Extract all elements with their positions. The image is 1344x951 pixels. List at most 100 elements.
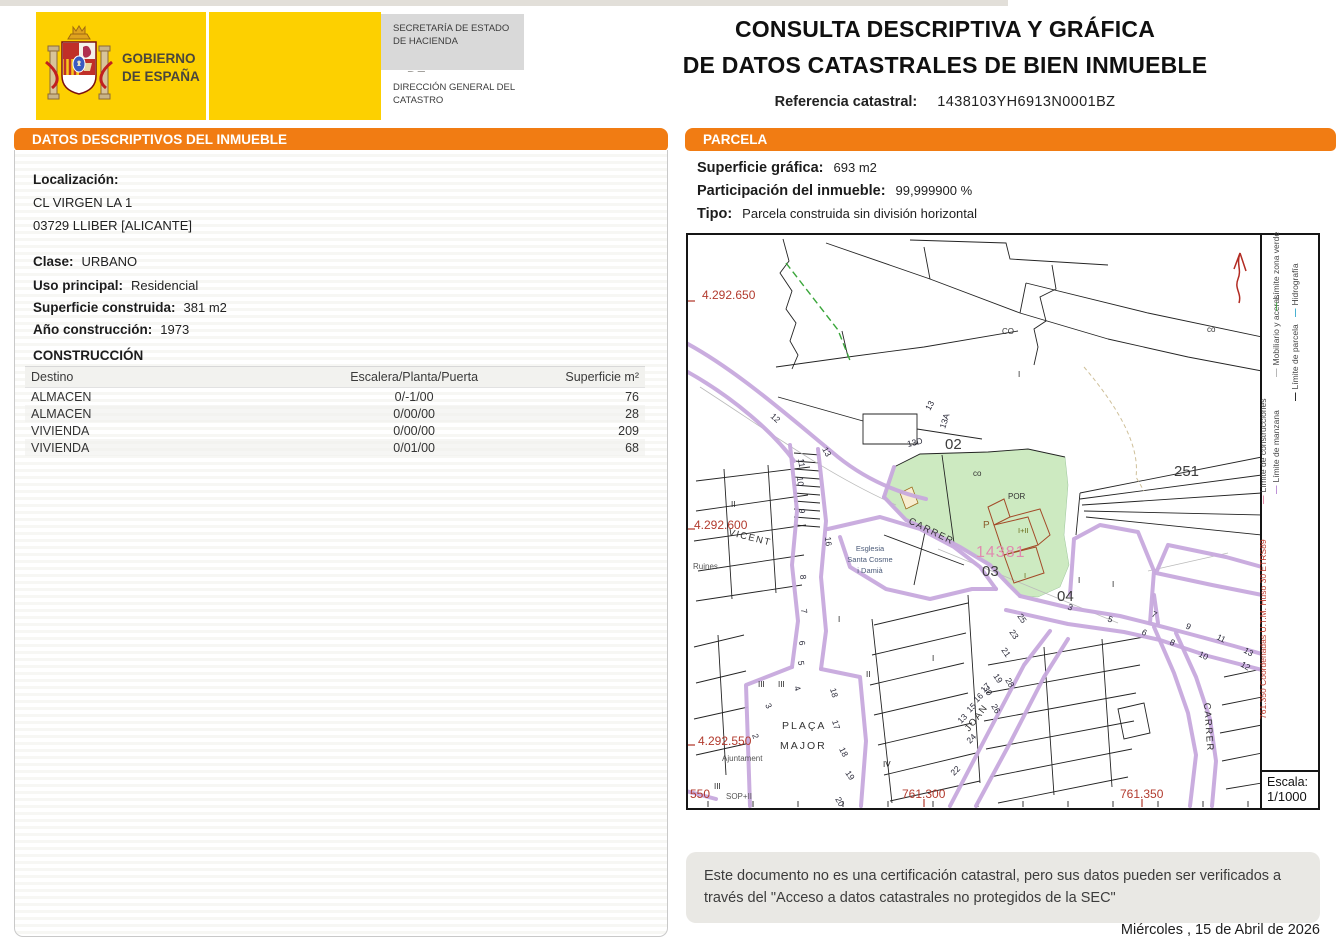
map-label: 761.300: [902, 787, 946, 801]
map-label: II: [731, 500, 735, 509]
construccion-table: Destino Escalera/Planta/Puerta Superfici…: [25, 366, 645, 456]
map-label: III: [778, 680, 785, 689]
map-label: co: [1207, 325, 1216, 334]
map-label: 13A: [937, 412, 951, 430]
map-label: 3: [763, 701, 774, 710]
map-label: 4.292.650: [702, 288, 756, 302]
north-arrow-icon: [1234, 253, 1246, 303]
map-label: 02: [945, 436, 962, 453]
map-label: 550: [690, 787, 710, 801]
legend-label: Límite de construcciones: [1258, 398, 1268, 492]
cadastral-map[interactable]: 4.292.6504.292.6004.292.550550761.300761…: [686, 233, 1320, 810]
map-drawing: 4.292.6504.292.6004.292.550550761.300761…: [688, 235, 1260, 808]
legend-item-zonaverde: — Límite zona verde: [1271, 232, 1281, 311]
title-line2: DE DATOS CATASTRALES DE BIEN INMUEBLE: [655, 52, 1235, 79]
map-label: IV: [883, 760, 891, 769]
table-cell: 76: [508, 388, 645, 406]
construccion-title: CONSTRUCCIÓN: [33, 348, 143, 363]
document-title: CONSULTA DESCRIPTIVA Y GRÁFICA DE DATOS …: [655, 16, 1235, 110]
cadastral-document: GOBIERNO DE ESPAÑA MINISTERIO DE HACIEND…: [0, 0, 1344, 951]
address-line1: CL VIRGEN LA 1: [33, 195, 132, 210]
map-label: III: [758, 680, 765, 689]
map-label: II: [866, 670, 870, 679]
map-label: 20: [833, 795, 847, 808]
map-label: 8: [798, 574, 808, 580]
map-label: 18: [828, 687, 840, 699]
field-participacion: Participación del inmueble:99,999900 %: [697, 183, 1337, 199]
map-label: Ajuntament: [722, 754, 763, 763]
scale-label: Escala:: [1267, 775, 1318, 789]
map-label: Esglesia: [856, 544, 885, 553]
map-label: MAJOR: [780, 740, 827, 752]
legend-swatch: —: [1271, 369, 1281, 378]
table-cell: 209: [508, 422, 645, 439]
map-label: 10: [795, 476, 806, 487]
table-row: ALMACEN0/-1/0076: [25, 388, 645, 406]
map-label: 22: [948, 763, 962, 777]
legend-item-hidrografia: —Hidrografía: [1290, 263, 1300, 317]
map-label: 13D: [906, 435, 924, 448]
left-panel-body: Localización: CL VIRGEN LA 1 03729 LLIBE…: [14, 150, 668, 937]
map-label: 7: [799, 608, 809, 614]
legend-swatch: —: [1290, 393, 1300, 402]
map-label: I: [1112, 580, 1114, 589]
map-label: POR: [1008, 492, 1026, 501]
map-label: 26: [989, 702, 1003, 715]
government-logo: GOBIERNO DE ESPAÑA MINISTERIO DE HACIEND…: [36, 12, 488, 120]
legend-swatch: —: [1258, 496, 1268, 505]
legend-label: Límite zona verde: [1271, 232, 1281, 300]
map-label: co: [973, 469, 982, 478]
map-label: 13: [923, 399, 936, 412]
map-label: 16: [823, 536, 834, 547]
disclaimer-note: Este documento no es una certificación c…: [686, 852, 1320, 923]
map-label: Santa Cosme: [847, 555, 892, 564]
map-label: I+II: [1018, 526, 1029, 535]
map-label: 13: [820, 445, 833, 458]
green-zone-line: [786, 263, 851, 363]
legend-swatch: —: [1290, 309, 1300, 318]
map-label: 4.292.550: [698, 734, 752, 748]
map-label: 03: [982, 563, 999, 580]
scale-value: 1/1000: [1267, 789, 1318, 804]
direccion-catastro-label: DIRECCIÓN GENERAL DEL CATASTRO: [381, 72, 524, 120]
map-label: P: [983, 520, 990, 531]
map-label: PLAÇA: [782, 720, 826, 732]
table-cell: ALMACEN: [25, 405, 320, 422]
document-date: Miércoles , 15 de Abril de 2026: [686, 922, 1320, 938]
table-cell: 0/-1/00: [320, 388, 508, 406]
spain-coat-of-arms-icon: [42, 22, 116, 112]
table-row: ALMACEN0/00/0028: [25, 405, 645, 422]
map-label: 9: [797, 508, 807, 514]
map-label: i Damià: [857, 566, 883, 575]
reference-value: 1438103YH6913N0001BZ: [937, 94, 1115, 110]
table-cell: 28: [508, 405, 645, 422]
table-cell: 0/00/00: [320, 422, 508, 439]
legend-label: Límite de manzana: [1271, 410, 1281, 482]
map-label: I: [932, 654, 934, 663]
legend-item-manzana: —Límite de manzana: [1271, 410, 1281, 494]
top-strip: [0, 0, 1008, 6]
field-uso-principal: Uso principal:Residencial: [33, 278, 198, 293]
field-clase: Clase:URBANO: [33, 254, 137, 269]
table-cell: 0/00/00: [320, 405, 508, 422]
map-label: 19: [843, 769, 857, 783]
localizacion-label: Localización:: [33, 172, 119, 187]
table-cell: VIVIENDA: [25, 422, 320, 439]
address-line2: 03729 LLIBER [ALICANTE]: [33, 218, 192, 233]
map-label: 761.350: [1120, 787, 1164, 801]
legend-swatch: —: [1271, 303, 1281, 312]
parcela-panel-header: PARCELA: [685, 128, 1336, 151]
field-superficie-construida: Superficie construida:381 m2: [33, 300, 227, 315]
header-superficie: Superficie m²: [508, 367, 645, 388]
map-label: SOP+II: [726, 792, 752, 801]
map-label: CO: [1002, 327, 1014, 336]
map-label: 18: [837, 745, 850, 758]
reference-label: Referencia catastral:: [775, 94, 918, 110]
map-label: CARRER: [1201, 702, 1215, 752]
map-label: Ruines: [693, 562, 718, 571]
map-label: 14381: [976, 544, 1026, 561]
table-header-row: Destino Escalera/Planta/Puerta Superfici…: [25, 367, 645, 388]
map-label: 10: [1197, 649, 1210, 662]
map-label: 4: [792, 685, 803, 693]
map-label: III: [714, 782, 721, 791]
